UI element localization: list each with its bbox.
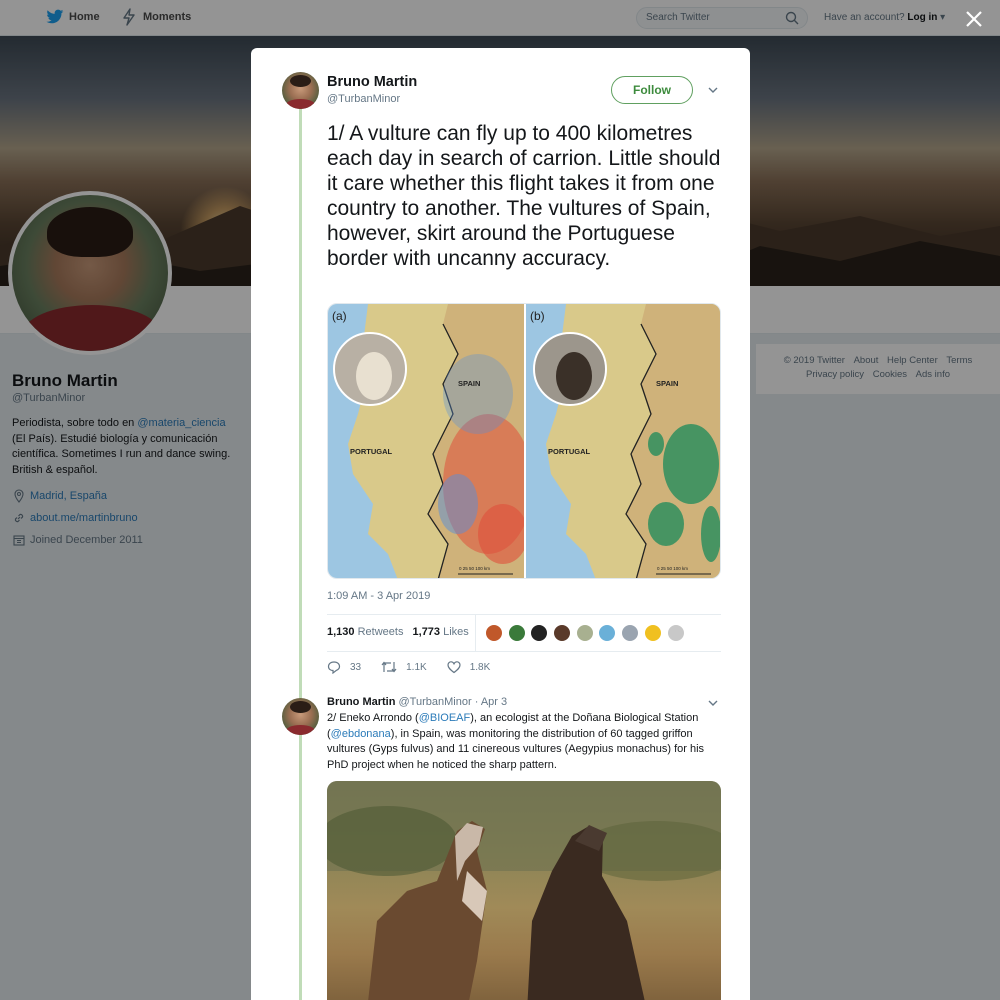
chevron-down-icon[interactable] <box>706 83 720 97</box>
spain-label: SPAIN <box>656 379 678 388</box>
reply-button[interactable]: 33 <box>327 660 361 674</box>
retweets-count[interactable]: 1,130 <box>327 626 355 638</box>
follow-button[interactable]: Follow <box>611 76 693 104</box>
mention-link[interactable]: @ebdonana <box>331 728 391 740</box>
tweet-modal: Bruno Martin @TurbanMinor Follow 1/ A vu… <box>251 48 750 1000</box>
divider <box>327 651 721 652</box>
liker-avatar[interactable] <box>553 624 572 642</box>
chevron-down-icon[interactable] <box>706 696 720 710</box>
panel-a-label: (a) <box>332 309 347 323</box>
spain-label: SPAIN <box>458 379 480 388</box>
reply-author-avatar[interactable] <box>282 698 319 735</box>
portugal-label: PORTUGAL <box>350 447 393 456</box>
reply-vultures-photo[interactable] <box>327 781 721 1000</box>
stats-separator <box>475 615 476 651</box>
mention-link[interactable]: @BIOEAF <box>419 712 471 724</box>
likes-label[interactable]: Likes <box>443 626 469 638</box>
liker-avatar[interactable] <box>666 624 685 642</box>
liker-avatar[interactable] <box>598 624 617 642</box>
liker-avatars <box>485 624 689 642</box>
likes-count[interactable]: 1,773 <box>413 626 441 638</box>
liker-avatar[interactable] <box>643 624 662 642</box>
reply-text: 2/ Eneko Arrondo (@BIOEAF), an ecologist… <box>327 712 705 771</box>
retweet-button[interactable]: 1.1K <box>381 660 427 674</box>
map-panel-cinereous: (b) SPAIN PORTUGAL 0 25 50 100 km <box>526 304 720 578</box>
like-button[interactable]: 1.8K <box>447 660 491 674</box>
retweets-label[interactable]: Retweets <box>358 626 404 638</box>
reply-count: 33 <box>350 661 362 673</box>
tweet-author-name[interactable]: Bruno Martin <box>327 74 417 90</box>
portugal-label: PORTUGAL <box>548 447 591 456</box>
retweet-icon <box>381 661 397 673</box>
map-panel-griffon: (a) SPAIN PORTUGAL 0 25 50 100 km <box>328 304 524 578</box>
reply-author-name[interactable]: Bruno Martin <box>327 696 395 708</box>
liker-avatar[interactable] <box>621 624 640 642</box>
retweet-count: 1.1K <box>406 661 427 673</box>
tweet-author-avatar[interactable] <box>282 72 319 109</box>
tweet-text: 1/ A vulture can fly up to 400 kilometre… <box>327 122 721 270</box>
tweet-map-image[interactable]: (a) SPAIN PORTUGAL 0 25 50 100 km (b) SP… <box>327 303 721 579</box>
close-icon[interactable] <box>964 9 984 29</box>
reply-author-handle[interactable]: @TurbanMinor <box>399 696 472 708</box>
panel-b-label: (b) <box>530 309 545 323</box>
liker-avatar[interactable] <box>485 624 503 642</box>
reply-icon <box>327 661 341 674</box>
vultures-illustration <box>327 781 721 1000</box>
liker-avatar[interactable] <box>507 624 526 642</box>
scale-label: 0 25 50 100 km <box>459 566 490 571</box>
divider <box>327 614 721 615</box>
tweet-timestamp[interactable]: 1:09 AM - 3 Apr 2019 <box>327 590 430 602</box>
tweet-author-handle[interactable]: @TurbanMinor <box>327 93 400 105</box>
scale-label: 0 25 50 100 km <box>657 566 688 571</box>
thread-connector-line <box>299 108 302 1000</box>
heart-icon <box>447 661 461 674</box>
tweet-actions: 33 1.1K 1.8K <box>327 660 510 674</box>
liker-avatar[interactable] <box>530 624 549 642</box>
liker-avatar[interactable] <box>575 624 594 642</box>
reply-date[interactable]: · Apr 3 <box>475 696 507 708</box>
like-count: 1.8K <box>469 661 491 673</box>
tweet-stats: 1,130 Retweets 1,773 Likes <box>327 626 469 638</box>
reply-header: Bruno Martin @TurbanMinor · Apr 3 <box>327 696 507 708</box>
